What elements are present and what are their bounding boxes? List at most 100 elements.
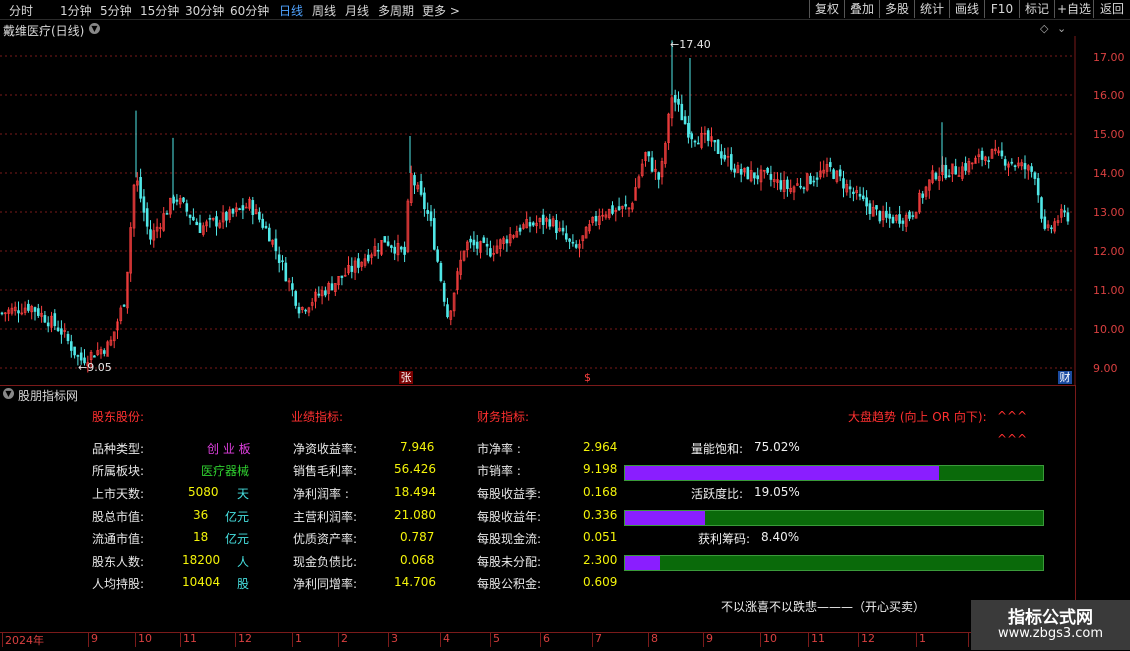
candle-body xyxy=(195,221,198,226)
label: 市销率 : xyxy=(477,464,521,478)
overlay-button[interactable]: 叠加 xyxy=(844,0,879,18)
value: 0.051 xyxy=(583,530,618,544)
chevron-down-icon[interactable]: ▼ xyxy=(89,23,100,34)
candle-body xyxy=(786,179,789,189)
stats-button[interactable]: 统计 xyxy=(914,0,949,18)
candlestick-chart[interactable] xyxy=(0,36,1130,386)
candle-body xyxy=(1040,197,1043,219)
candle-body xyxy=(1063,210,1066,213)
candle-body xyxy=(657,172,661,180)
candle-body xyxy=(769,174,773,180)
value: 56.426 xyxy=(394,462,436,476)
candle-body xyxy=(17,310,20,314)
candle-body xyxy=(1010,161,1014,164)
candle-body xyxy=(680,103,684,121)
candle-body xyxy=(36,308,40,316)
back-button[interactable]: 返回 xyxy=(1093,0,1130,18)
candle-body xyxy=(225,211,228,221)
tab-monthly[interactable]: 月线 xyxy=(345,2,369,19)
tab-5min[interactable]: 5分钟 xyxy=(100,2,132,19)
candle-body xyxy=(284,262,288,282)
label: 销售毛利率: xyxy=(293,464,358,478)
time-tick: 12 xyxy=(238,632,252,645)
tab-weekly[interactable]: 周线 xyxy=(312,2,336,19)
bar-fill xyxy=(625,511,705,525)
value: 9.198 xyxy=(583,462,618,476)
tab-1min[interactable]: 1分钟 xyxy=(60,2,92,19)
time-tick: 7 xyxy=(595,632,602,645)
price-tick: 12.00 xyxy=(1093,245,1125,258)
label: 股东人数: xyxy=(92,555,145,569)
candle-body xyxy=(815,177,819,180)
candle-body xyxy=(185,203,189,212)
time-tick: 11 xyxy=(183,632,197,645)
time-tick-line xyxy=(338,633,339,647)
mark-button[interactable]: 标记 xyxy=(1019,0,1054,18)
candle-body xyxy=(1003,159,1007,166)
candle-body xyxy=(842,178,845,189)
candle-body xyxy=(489,248,492,257)
value: 10404 xyxy=(182,575,221,589)
tab-60min[interactable]: 60分钟 xyxy=(230,2,269,19)
candle-body xyxy=(1000,150,1004,157)
dividend-marker[interactable]: $ xyxy=(584,371,591,384)
candle-body xyxy=(145,208,149,227)
candle-body xyxy=(716,139,720,154)
tab-more[interactable]: 更多 > xyxy=(422,2,460,19)
panel-title[interactable]: 股朋指标网 xyxy=(18,387,78,404)
price-tick: 15.00 xyxy=(1093,128,1125,141)
toolbar: 分时 1分钟 5分钟 15分钟 30分钟 60分钟 日线 周线 月线 多周期 更… xyxy=(0,0,1130,20)
candle-body xyxy=(779,180,783,190)
candle-body xyxy=(53,313,57,327)
tab-15min[interactable]: 15分钟 xyxy=(140,2,179,19)
tab-daily[interactable]: 日线 xyxy=(279,2,303,19)
meter-value: 19.05% xyxy=(754,485,800,499)
candle-body xyxy=(693,140,697,143)
activity-ratio-bar xyxy=(624,510,1044,526)
diamond-icon[interactable]: ◇ xyxy=(1040,22,1048,35)
candle-body xyxy=(713,140,717,143)
limit-up-marker[interactable]: 张 xyxy=(399,371,413,384)
candle-body xyxy=(0,312,4,315)
time-tick-line xyxy=(808,633,809,647)
time-tick-line xyxy=(540,633,541,647)
candle-body xyxy=(624,204,628,207)
add-watchlist-button[interactable]: +自选 xyxy=(1054,0,1093,18)
candle-body xyxy=(340,275,344,278)
multi-stock-button[interactable]: 多股 xyxy=(879,0,914,18)
time-tick-line xyxy=(490,633,491,647)
tab-multi-period[interactable]: 多周期 xyxy=(378,2,414,19)
candle-body xyxy=(390,245,393,248)
financial-report-marker[interactable]: 财 xyxy=(1058,371,1072,384)
candle-body xyxy=(934,172,938,180)
chevron-down-icon[interactable]: ▼ xyxy=(3,388,14,399)
price-tick: 11.00 xyxy=(1093,284,1125,297)
candle-body xyxy=(350,265,354,272)
time-tick: 1 xyxy=(919,632,926,645)
candle-body xyxy=(885,210,888,218)
unit: 股 xyxy=(237,577,250,591)
candle-body xyxy=(436,249,439,262)
tab-timeshare[interactable]: 分时 xyxy=(9,2,33,19)
candle-body xyxy=(1050,227,1053,230)
f10-button[interactable]: F10 xyxy=(984,0,1019,18)
tab-30min[interactable]: 30分钟 xyxy=(185,2,224,19)
draw-line-button[interactable]: 画线 xyxy=(949,0,984,18)
value: 2.964 xyxy=(583,440,618,454)
label: 每股未分配: xyxy=(477,555,542,569)
adjust-button[interactable]: 复权 xyxy=(809,0,844,18)
value: 0.336 xyxy=(583,508,618,522)
value: 14.706 xyxy=(394,575,436,589)
candle-body xyxy=(611,205,614,214)
candle-body xyxy=(898,214,901,224)
candle-body xyxy=(812,180,816,183)
candle-body xyxy=(838,169,842,177)
time-tick: 5 xyxy=(493,632,500,645)
trend-arrows: ^^^ xyxy=(997,432,1028,446)
chevron-down-icon[interactable]: ⌄ xyxy=(1057,22,1066,35)
price-tick: 9.00 xyxy=(1093,362,1118,375)
label: 上市天数: xyxy=(92,487,145,501)
candle-body xyxy=(294,291,298,306)
time-tick: 2024年 xyxy=(5,634,44,647)
candle-body xyxy=(386,241,390,246)
